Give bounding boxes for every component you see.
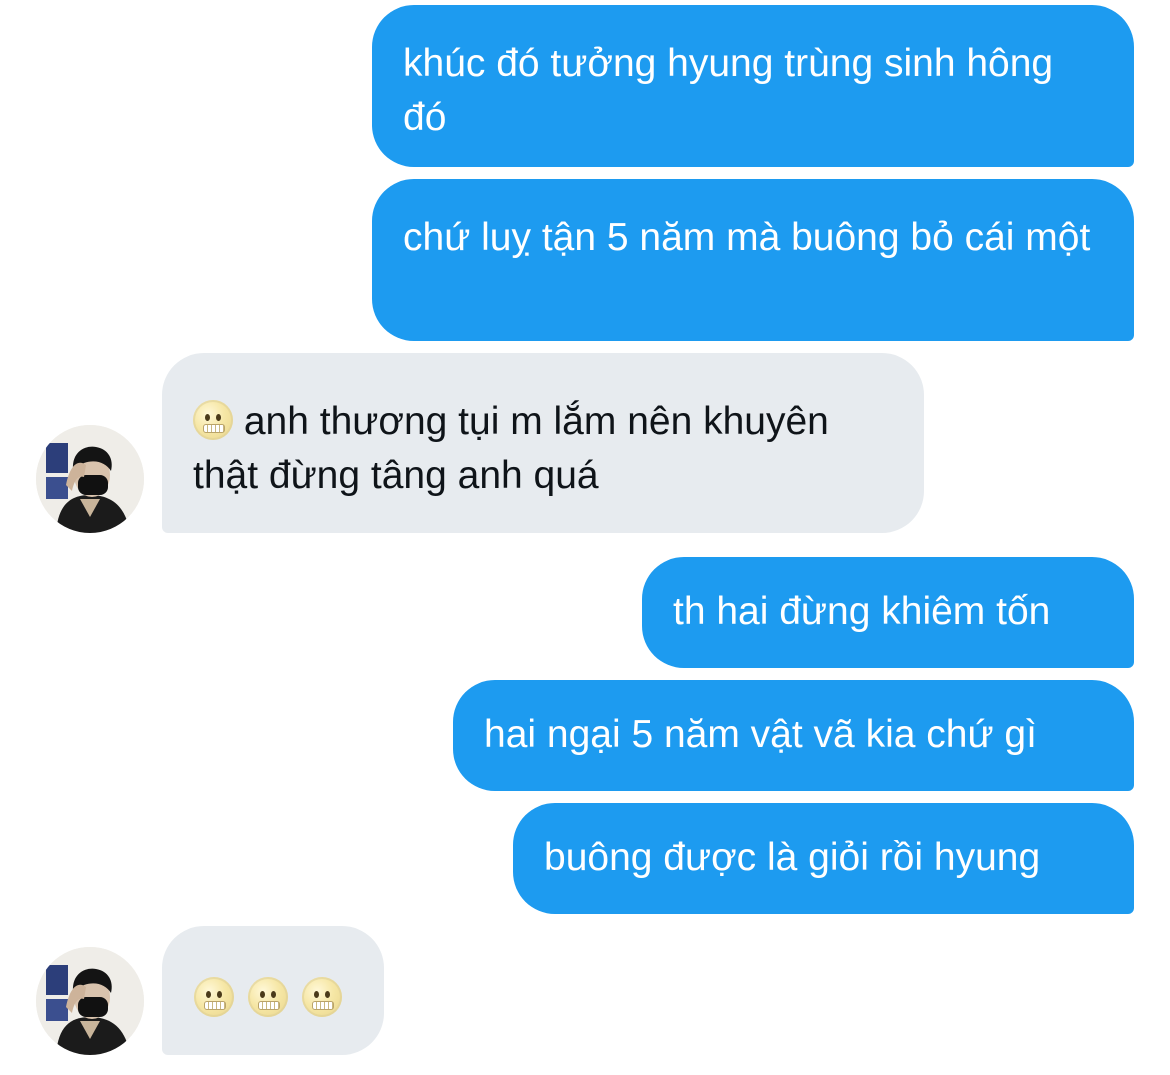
outgoing-message-bubble[interactable]: chứ luỵ tận 5 năm mà buông bỏ cái một [372, 179, 1134, 341]
grimacing-face-icon [302, 977, 342, 1017]
message-text: chứ luỵ tận 5 năm mà buông bỏ cái một [403, 216, 1091, 259]
message-text: buông được là giỏi rồi hyung [544, 836, 1041, 879]
contact-avatar[interactable] [36, 425, 144, 533]
outgoing-message-bubble[interactable]: buông được là giỏi rồi hyung [513, 803, 1134, 914]
message-text: anh thương tụi m lắm nên khuyên thật đừn… [193, 400, 829, 497]
message-text: th hai đừng khiêm tốn [673, 590, 1051, 633]
outgoing-message-bubble[interactable]: hai ngại 5 năm vật vã kia chứ gì [453, 680, 1134, 791]
incoming-message-bubble[interactable] [162, 926, 384, 1055]
face-with-symbols-on-mouth-icon [193, 400, 233, 440]
grimacing-face-icon [248, 977, 288, 1017]
grimacing-face-icon [194, 977, 234, 1017]
message-text: hai ngại 5 năm vật vã kia chứ gì [484, 713, 1037, 756]
outgoing-message-bubble[interactable]: khúc đó tưởng hyung trùng sinh hông đó [372, 5, 1134, 167]
incoming-message-bubble[interactable]: anh thương tụi m lắm nên khuyên thật đừn… [162, 353, 924, 533]
message-text: khúc đó tưởng hyung trùng sinh hông đó [403, 42, 1054, 139]
avatar-photo [36, 947, 144, 1055]
outgoing-message-bubble[interactable]: th hai đừng khiêm tốn [642, 557, 1134, 668]
contact-avatar[interactable] [36, 947, 144, 1055]
avatar-photo [36, 425, 144, 533]
